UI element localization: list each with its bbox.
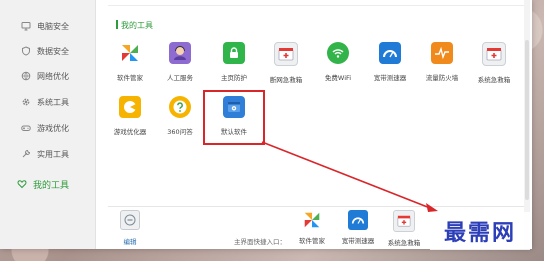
- tool-label: 人工服务: [167, 74, 193, 82]
- section-title: 我的工具: [116, 20, 153, 31]
- sidebar-item-label: 数据安全: [37, 46, 69, 56]
- tool-label: 主页防护: [221, 74, 247, 82]
- network-icon: [21, 71, 31, 81]
- sidebar-item-label: 游戏优化: [37, 123, 69, 133]
- tool-system-first-aid[interactable]: 系统急救箱: [466, 42, 522, 92]
- first-aid-icon: [393, 210, 415, 232]
- sidebar-item-my-tools[interactable]: 我的工具: [0, 172, 95, 196]
- tool-label: 免费WiFi: [324, 74, 352, 82]
- pinwheel-icon: [302, 210, 322, 230]
- agent-icon: [169, 42, 191, 64]
- tool-label: 宽带测速器: [373, 74, 407, 82]
- wifi-icon: [327, 42, 349, 64]
- sidebar: 电脑安全 数据安全 网络优化 系统工具 游戏优化 实用工具 我的工具: [0, 0, 96, 249]
- quick-item-label: 系统急救箱: [387, 239, 421, 247]
- edit-button[interactable]: 编辑: [118, 210, 142, 246]
- tool-human-service[interactable]: 人工服务: [152, 42, 208, 92]
- first-aid-icon: [482, 42, 506, 66]
- sidebar-item-label: 网络优化: [37, 71, 69, 81]
- speedometer-icon: [379, 42, 401, 64]
- scrollbar-thumb[interactable]: [525, 40, 529, 200]
- question-icon: [169, 96, 191, 118]
- tool-label: 360问答: [167, 128, 193, 136]
- sidebar-item-label: 电脑安全: [37, 21, 69, 31]
- lock-icon: [223, 42, 245, 64]
- quick-software-manager[interactable]: 软件管家: [290, 210, 334, 245]
- watermark-logo: 最需网: [430, 212, 530, 250]
- tool-free-wifi[interactable]: 免费WiFi: [310, 42, 366, 92]
- highlight-box: [203, 90, 265, 145]
- quick-item-label: 宽带测速器: [341, 237, 375, 245]
- sidebar-item-label: 我的工具: [33, 180, 70, 191]
- tool-label: 断网急救箱: [269, 76, 303, 84]
- divider: [108, 5, 524, 6]
- tool-broadband-speed[interactable]: 宽带测速器: [362, 42, 418, 92]
- shield-icon: [21, 46, 31, 56]
- bottom-divider: [108, 206, 528, 207]
- edit-label: 编辑: [123, 238, 137, 246]
- quick-broadband-speed[interactable]: 宽带测速器: [336, 210, 380, 245]
- section-marker: [116, 20, 118, 29]
- sidebar-item-computer-security[interactable]: 电脑安全: [0, 14, 95, 38]
- tool-360-qa[interactable]: 360问答: [152, 96, 208, 146]
- tool-homepage-protect[interactable]: 主页防护: [206, 42, 262, 92]
- section-title-text: 我的工具: [121, 21, 153, 30]
- tool-traffic-firewall[interactable]: 流量防火墙: [414, 42, 470, 92]
- tool-software-manager[interactable]: 软件管家: [102, 42, 158, 92]
- traffic-icon: [431, 42, 453, 64]
- tool-game-optimizer[interactable]: 游戏优化器: [102, 96, 158, 146]
- tool-network-first-aid[interactable]: 断网急救箱: [258, 42, 314, 92]
- tool-label: 游戏优化器: [113, 128, 147, 136]
- first-aid-icon: [274, 42, 298, 66]
- quick-item-label: 软件管家: [299, 237, 325, 245]
- sidebar-item-game[interactable]: 游戏优化: [0, 116, 95, 140]
- wrench-icon: [21, 149, 31, 159]
- tool-label: 流量防火墙: [425, 74, 459, 82]
- tool-label: 软件管家: [117, 74, 143, 82]
- speedometer-icon: [348, 210, 368, 230]
- minus-icon: [120, 210, 140, 230]
- game-icon: [119, 96, 141, 118]
- sidebar-item-data-security[interactable]: 数据安全: [0, 39, 95, 63]
- heart-icon: [17, 179, 27, 189]
- quick-system-first-aid[interactable]: 系统急救箱: [382, 210, 426, 247]
- sidebar-item-utilities[interactable]: 实用工具: [0, 142, 95, 166]
- sidebar-item-label: 实用工具: [37, 149, 69, 159]
- tool-label: 系统急救箱: [477, 76, 511, 84]
- monitor-icon: [21, 21, 31, 31]
- gear-icon: [21, 97, 31, 107]
- quick-entry-label: 主界面快捷入口：: [234, 238, 286, 246]
- gamepad-icon: [21, 123, 31, 133]
- sidebar-item-system-tools[interactable]: 系统工具: [0, 90, 95, 114]
- sidebar-item-network[interactable]: 网络优化: [0, 64, 95, 88]
- sidebar-item-label: 系统工具: [37, 97, 69, 107]
- pinwheel-icon: [119, 42, 141, 64]
